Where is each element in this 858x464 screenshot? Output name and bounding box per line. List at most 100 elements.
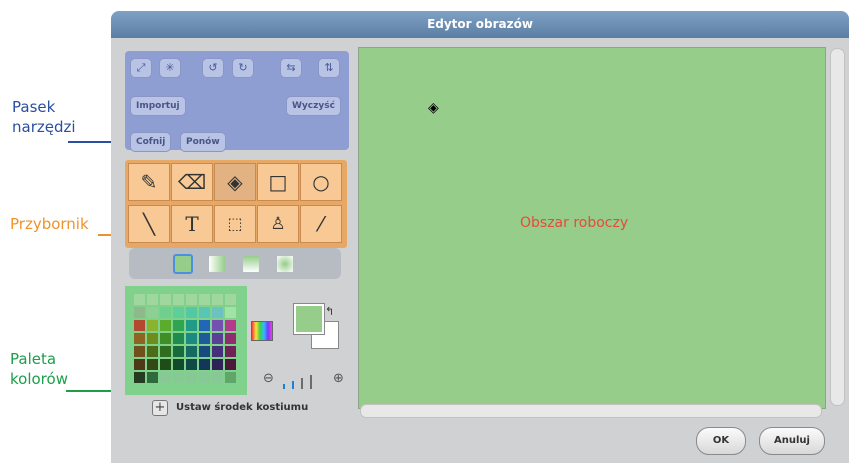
palette-swatch[interactable] [225,346,236,357]
palette-swatch[interactable] [225,320,236,331]
palette-swatch[interactable] [134,346,145,357]
palette-swatch[interactable] [160,320,171,331]
paint-editor-dialog: Edytor obrazów ⤢ ✳ ↺ ↻ ⇆ ⇅ Importuj Wycz… [111,11,849,463]
palette-swatch[interactable] [134,294,145,305]
palette-swatch[interactable] [212,294,223,305]
shrink-icon[interactable]: ✳ [159,58,181,78]
palette-swatch[interactable] [212,372,223,383]
palette-swatch[interactable] [199,372,210,383]
palette-swatch[interactable] [225,333,236,344]
palette-swatch[interactable] [212,320,223,331]
cancel-button[interactable]: Anuluj [759,427,825,455]
paint-bucket-icon[interactable]: ◈ [214,163,256,201]
palette-swatch[interactable] [147,359,158,370]
color-palette [125,286,247,395]
palette-swatch[interactable] [212,307,223,318]
palette-swatch[interactable] [225,307,236,318]
text-icon[interactable]: T [171,205,213,243]
palette-swatch[interactable] [186,372,197,383]
palette-swatch[interactable] [212,346,223,357]
palette-swatch[interactable] [147,294,158,305]
palette-swatch[interactable] [173,333,184,344]
palette-swatch[interactable] [225,294,236,305]
palette-swatch[interactable] [199,320,210,331]
palette-swatch[interactable] [147,320,158,331]
eyedropper-icon[interactable]: ⁄ [300,205,342,243]
fill-radial-gradient-icon[interactable] [275,254,295,274]
palette-swatch[interactable] [173,359,184,370]
palette-swatch[interactable] [134,333,145,344]
palette-swatch[interactable] [173,372,184,383]
palette-swatch[interactable] [212,333,223,344]
palette-swatch[interactable] [147,346,158,357]
foreground-color-swatch[interactable] [293,303,325,335]
palette-swatch[interactable] [134,359,145,370]
rectangle-icon[interactable]: □ [257,163,299,201]
palette-swatch[interactable] [199,333,210,344]
palette-swatch[interactable] [134,320,145,331]
paintbrush-icon[interactable]: ✎ [128,163,170,201]
palette-swatch[interactable] [199,346,210,357]
zoom-level-indicator [283,375,325,389]
ok-button[interactable]: OK [696,427,746,455]
vertical-scrollbar[interactable] [830,48,845,406]
canvas-label: Obszar roboczy [520,215,629,231]
line-icon[interactable]: ╲ [128,205,170,243]
palette-swatch[interactable] [147,333,158,344]
swap-colors-icon[interactable]: ↰ [325,305,334,318]
palette-swatch[interactable] [134,307,145,318]
palette-swatch[interactable] [186,359,197,370]
palette-swatch[interactable] [186,307,197,318]
palette-swatch[interactable] [199,294,210,305]
flip-vertical-icon[interactable]: ⇅ [318,58,340,78]
palette-swatch[interactable] [160,359,171,370]
palette-swatch[interactable] [173,346,184,357]
palette-swatch[interactable] [186,320,197,331]
eraser-icon[interactable]: ⌫ [171,163,213,201]
flip-horizontal-icon[interactable]: ⇆ [280,58,302,78]
palette-swatch[interactable] [160,346,171,357]
undo-button[interactable]: Cofnij [130,132,172,152]
toolbox: ✎ ⌫ ◈ □ ○ ╲ T ⬚ ♙ ⁄ [125,160,347,248]
palette-swatch[interactable] [160,294,171,305]
zoom-out-icon[interactable]: ⊖ [263,371,274,386]
palette-swatch[interactable] [134,372,145,383]
palette-swatch[interactable] [147,372,158,383]
annotation-toolbar: Pasek narzędzi [12,97,76,137]
palette-swatch[interactable] [173,307,184,318]
toolbar: ⤢ ✳ ↺ ↻ ⇆ ⇅ Importuj Wyczyść Cofnij Ponó… [125,51,349,152]
annotation-toolbox-text: Przybornik [10,215,89,233]
palette-swatch[interactable] [160,333,171,344]
drawing-canvas[interactable]: ◈ Obszar roboczy [358,47,826,409]
redo-button[interactable]: Ponów [180,132,226,152]
palette-swatch[interactable] [225,372,236,383]
palette-swatch[interactable] [160,307,171,318]
palette-swatch[interactable] [147,307,158,318]
clear-button[interactable]: Wyczyść [286,96,341,116]
color-spectrum-icon[interactable] [251,321,273,341]
palette-swatch[interactable] [173,320,184,331]
zoom-level-bar [292,381,294,389]
fill-vertical-gradient-icon[interactable] [241,254,261,274]
horizontal-scrollbar[interactable] [360,404,822,418]
palette-swatch[interactable] [186,333,197,344]
fill-solid-icon[interactable] [173,254,193,274]
palette-swatch[interactable] [186,294,197,305]
import-button[interactable]: Importuj [130,96,186,116]
palette-swatch[interactable] [199,359,210,370]
palette-swatch[interactable] [186,346,197,357]
select-icon[interactable]: ⬚ [214,205,256,243]
set-center-button[interactable]: + [152,400,168,416]
ellipse-icon[interactable]: ○ [300,163,342,201]
palette-swatch[interactable] [173,294,184,305]
palette-swatch[interactable] [160,372,171,383]
palette-swatch[interactable] [199,307,210,318]
palette-swatch[interactable] [212,359,223,370]
palette-swatch[interactable] [225,359,236,370]
fill-horizontal-gradient-icon[interactable] [207,254,227,274]
rotate-right-icon[interactable]: ↻ [232,58,254,78]
stamp-icon[interactable]: ♙ [257,205,299,243]
grow-icon[interactable]: ⤢ [130,58,152,78]
rotate-left-icon[interactable]: ↺ [202,58,224,78]
zoom-in-icon[interactable]: ⊕ [333,371,344,386]
